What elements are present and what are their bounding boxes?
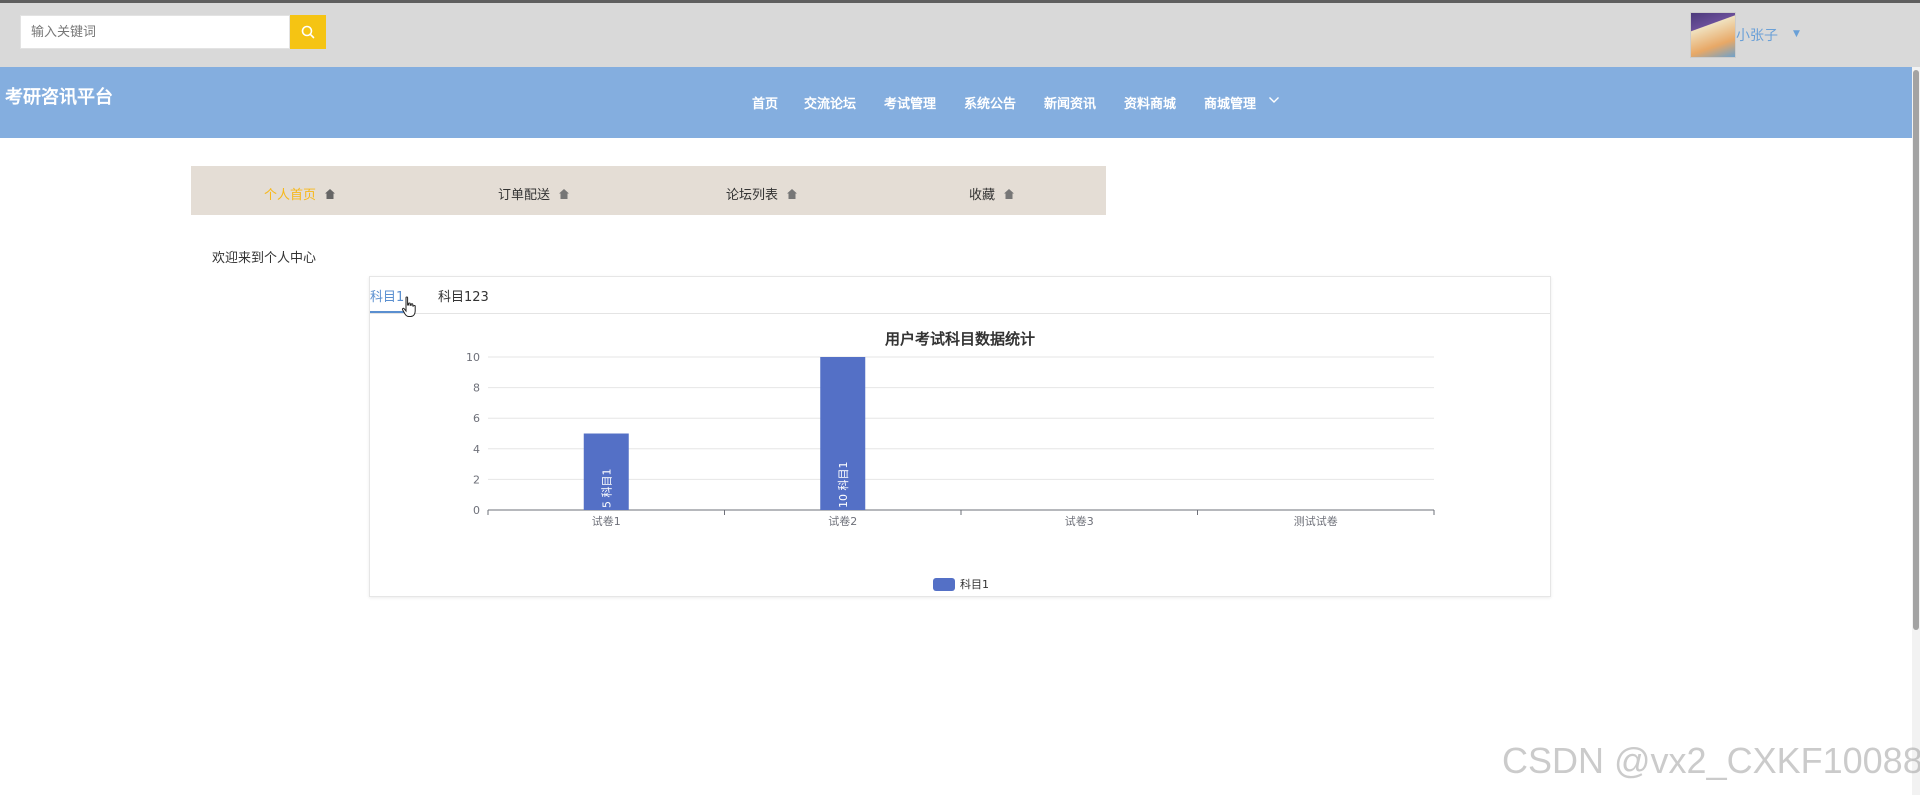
y-tick-label: 10 (466, 351, 480, 364)
chart-card: 科目1 科目123 用户考试科目数据统计 0 2 4 6 8 10 试卷1 试卷2 试卷3 测试试… (369, 276, 1551, 597)
y-tick-label: 2 (473, 473, 480, 486)
usernav-item-favorites[interactable]: 收藏 (969, 184, 1015, 203)
welcome-text: 欢迎来到个人中心 (212, 251, 317, 266)
usernav-item-forum-list[interactable]: 论坛列表 (726, 184, 798, 203)
subject-tabs: 科目1 科目123 (370, 277, 1550, 317)
main-navbar: 考研咨讯平台 首页 交流论坛 考试管理 系统公告 新闻资讯 资料商城 商城管理 (0, 67, 1920, 138)
nav-item-home[interactable]: 首页 (752, 93, 778, 112)
caret-down-icon[interactable]: ▼ (1793, 29, 1800, 39)
username-link[interactable]: 小张子 (1736, 25, 1778, 45)
watermark-text: CSDN @vx2_CXKF10088 (1502, 740, 1920, 781)
home-icon (1004, 188, 1015, 199)
y-tick-label: 0 (473, 504, 480, 517)
y-tick-label: 6 (473, 412, 480, 425)
nav-item-store-admin[interactable]: 商城管理 (1204, 93, 1256, 112)
bar-data-label: 10 科目1 (836, 462, 850, 509)
y-tick-label: 8 (473, 382, 480, 395)
home-icon (559, 188, 570, 199)
usernav-label: 个人首页 (264, 188, 317, 203)
usernav-label: 收藏 (969, 188, 996, 203)
nav-item-store[interactable]: 资料商城 (1124, 93, 1176, 112)
user-center-nav: 个人首页 订单配送 论坛列表 收藏 (191, 166, 1106, 215)
search-input[interactable] (20, 15, 290, 49)
usernav-label: 论坛列表 (726, 188, 779, 203)
search-button[interactable] (290, 15, 326, 49)
nav-item-forum[interactable]: 交流论坛 (804, 93, 856, 112)
x-tick-label: 测试试卷 (1294, 514, 1338, 528)
chart-legend[interactable]: 科目1 (933, 576, 989, 592)
tab-subject-123[interactable]: 科目123 (438, 286, 489, 305)
search-icon (301, 25, 315, 39)
avatar[interactable] (1690, 12, 1736, 58)
nav-item-exam[interactable]: 考试管理 (884, 93, 936, 112)
x-tick-label: 试卷3 (1065, 514, 1094, 528)
top-bar: 小张子 ▼ (0, 3, 1920, 67)
bar-data-label: 5 科目1 (599, 469, 613, 509)
x-tick-label: 试卷2 (828, 514, 857, 528)
usernav-label: 订单配送 (498, 188, 551, 203)
legend-swatch (933, 577, 955, 591)
home-icon (325, 188, 336, 199)
chevron-down-icon[interactable] (1268, 95, 1280, 105)
usernav-item-orders[interactable]: 订单配送 (498, 184, 570, 203)
y-tick-label: 4 (473, 443, 480, 456)
brand-title: 考研咨讯平台 (5, 87, 113, 108)
legend-label: 科目1 (960, 578, 989, 591)
bar-chart: 0 2 4 6 8 10 试卷1 试卷2 试卷3 测试试卷 5 科目1 10 科目1 (466, 351, 1435, 528)
x-tick-label: 试卷1 (592, 514, 621, 528)
usernav-item-profile[interactable]: 个人首页 (264, 184, 336, 203)
nav-item-announcement[interactable]: 系统公告 (964, 93, 1016, 112)
tab-subject-1[interactable]: 科目1 (370, 286, 404, 305)
nav-item-news[interactable]: 新闻资讯 (1044, 93, 1096, 112)
scrollbar-thumb[interactable] (1913, 70, 1919, 630)
home-icon (787, 188, 798, 199)
